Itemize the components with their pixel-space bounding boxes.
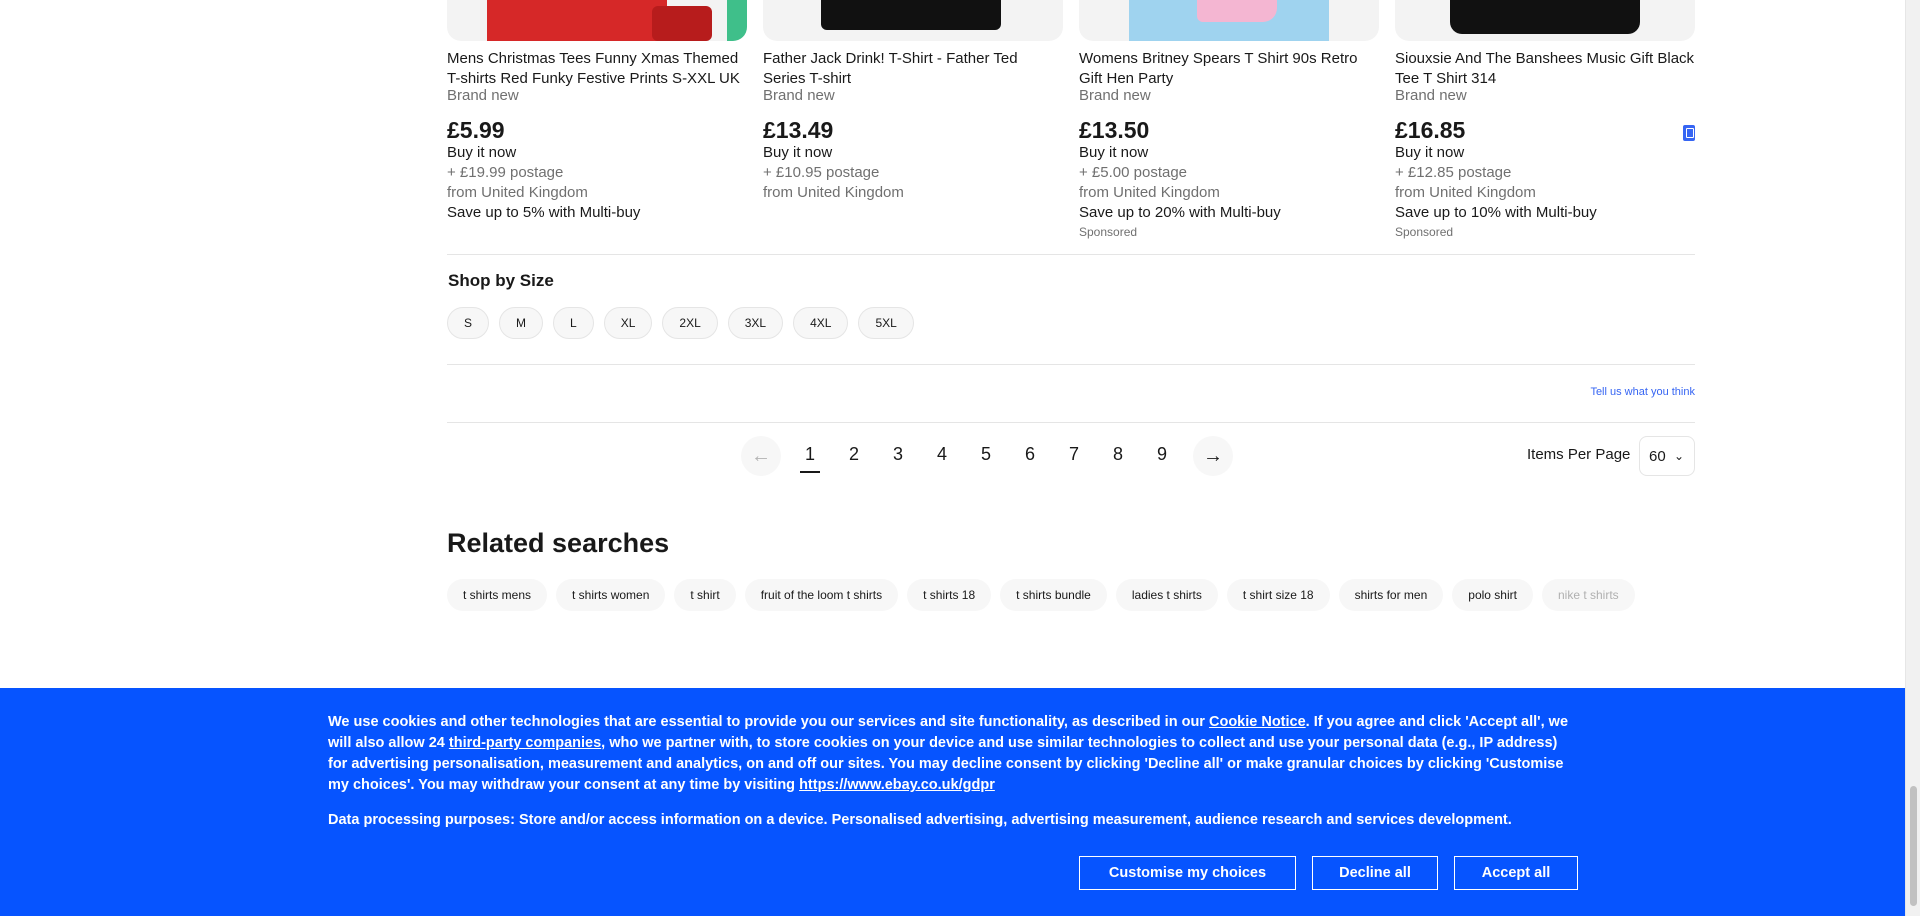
arrow-right-icon[interactable]: →	[1193, 436, 1233, 476]
cookie-notice-link[interactable]: Cookie Notice	[1209, 714, 1306, 730]
chevron-down-icon: ⌄	[1673, 449, 1684, 463]
product-card[interactable]: Siouxsie And The Banshees Music Gift Bla…	[1395, 0, 1695, 239]
cookie-consent-text: We use cookies and other technologies th…	[328, 712, 1578, 796]
product-image[interactable]	[763, 0, 1063, 41]
postage: + £5.00 postage	[1079, 164, 1188, 181]
product-condition: Brand new	[1395, 87, 1467, 104]
product-card[interactable]: Father Jack Drink! T-Shirt - Father Ted …	[763, 0, 1063, 203]
multi-buy-promo: Save up to 5% with Multi-buy	[447, 204, 641, 221]
related-search-chip[interactable]: t shirt	[674, 579, 736, 611]
page-link[interactable]: 5	[976, 444, 996, 465]
page-link[interactable]: 4	[932, 444, 952, 465]
search-results-page: Mens Christmas Tees Funny Xmas Themed T-…	[0, 0, 1905, 916]
multi-buy-promo: Save up to 20% with Multi-buy	[1079, 204, 1281, 221]
shop-by-size-title: Shop by Size	[448, 271, 554, 290]
product-image[interactable]	[1079, 0, 1379, 41]
related-search-chip[interactable]: ladies t shirts	[1115, 579, 1218, 611]
cookie-banner-content: We use cookies and other technologies th…	[328, 712, 1578, 828]
product-price: £16.85	[1395, 117, 1466, 143]
page-link[interactable]: 8	[1108, 444, 1128, 465]
page-link-current[interactable]: 1	[800, 444, 820, 473]
related-search-chip[interactable]: t shirt size 18	[1226, 579, 1330, 611]
items-per-page-value: 60	[1649, 447, 1666, 465]
page-scrollbar[interactable]	[1905, 0, 1920, 916]
page-link[interactable]: 2	[844, 444, 864, 465]
customise-choices-button[interactable]: Customise my choices	[1079, 856, 1296, 890]
sponsored-label: Sponsored	[1079, 225, 1138, 239]
product-image[interactable]	[447, 0, 747, 41]
bookmark-icon[interactable]	[1683, 125, 1695, 141]
postage: + £10.95 postage	[763, 164, 880, 181]
related-search-chip[interactable]: t shirts bundle	[1000, 579, 1107, 611]
cookie-button-group: Customise my choices Decline all Accept …	[1079, 856, 1578, 890]
related-search-chip[interactable]: shirts for men	[1338, 579, 1444, 611]
buy-format: Buy it now	[1079, 144, 1149, 161]
sponsored-label: Sponsored	[1395, 225, 1454, 239]
product-condition: Brand new	[447, 87, 519, 104]
size-chip-list: S M L XL 2XL 3XL 4XL 5XL	[447, 307, 914, 339]
size-chip-2xl[interactable]: 2XL	[662, 307, 718, 339]
product-price: £13.49	[763, 117, 834, 143]
cookie-banner: We use cookies and other technologies th…	[0, 688, 1905, 916]
data-processing-purposes: Data processing purposes: Store and/or a…	[328, 812, 1512, 828]
related-search-chip[interactable]: t shirts mens	[447, 579, 548, 611]
shop-by-size: Shop by Size S M L XL 2XL 3XL 4XL 5XL	[447, 255, 1695, 365]
third-party-companies-link[interactable]: third-party companies	[449, 735, 601, 751]
product-price: £5.99	[447, 117, 505, 143]
page-link[interactable]: 3	[888, 444, 908, 465]
buy-format: Buy it now	[763, 144, 833, 161]
scrollbar-thumb[interactable]	[1910, 786, 1917, 906]
related-searches-list: t shirts mens t shirts women t shirt fru…	[447, 579, 1695, 611]
related-search-chip[interactable]: fruit of the loom t shirts	[744, 579, 899, 611]
page-link[interactable]: 7	[1064, 444, 1084, 465]
product-card[interactable]: Mens Christmas Tees Funny Xmas Themed T-…	[447, 0, 747, 223]
feedback-link[interactable]: Tell us what you think	[1590, 386, 1695, 398]
related-search-chip[interactable]: t shirts women	[556, 579, 666, 611]
item-location: from United Kingdom	[1395, 184, 1536, 201]
size-chip-s[interactable]: S	[447, 307, 490, 339]
product-image[interactable]	[1395, 0, 1695, 41]
product-title[interactable]: Father Jack Drink! T-Shirt - Father Ted …	[763, 49, 1063, 89]
arrow-left-icon[interactable]: ←	[741, 436, 781, 476]
accept-all-button[interactable]: Accept all	[1454, 856, 1578, 890]
multi-buy-promo: Save up to 10% with Multi-buy	[1395, 204, 1597, 221]
product-condition: Brand new	[763, 87, 835, 104]
decline-all-button[interactable]: Decline all	[1312, 856, 1438, 890]
divider	[447, 422, 1695, 423]
product-title[interactable]: Womens Britney Spears T Shirt 90s Retro …	[1079, 49, 1379, 89]
product-card[interactable]: Womens Britney Spears T Shirt 90s Retro …	[1079, 0, 1379, 239]
related-search-chip[interactable]: t shirts 18	[907, 579, 992, 611]
items-per-page-label: Items Per Page	[1527, 446, 1631, 463]
product-grid: Mens Christmas Tees Funny Xmas Themed T-…	[447, 0, 1695, 255]
page-link[interactable]: 9	[1152, 444, 1172, 465]
size-chip-m[interactable]: M	[499, 307, 544, 339]
pagination: ← 1 2 3 4 5 6 7 8 9 → Items Per Page 60 …	[447, 436, 1695, 476]
product-price: £13.50	[1079, 117, 1150, 143]
size-chip-5xl[interactable]: 5XL	[858, 307, 914, 339]
size-chip-l[interactable]: L	[553, 307, 594, 339]
item-location: from United Kingdom	[763, 184, 904, 201]
related-search-chip[interactable]: nike t shirts	[1541, 579, 1635, 611]
cookie-text-part: We use cookies and other technologies th…	[328, 714, 1209, 730]
product-condition: Brand new	[1079, 87, 1151, 104]
postage: + £12.85 postage	[1395, 164, 1512, 181]
related-search-chip[interactable]: polo shirt	[1452, 579, 1533, 611]
item-location: from United Kingdom	[1079, 184, 1220, 201]
size-chip-4xl[interactable]: 4XL	[793, 307, 849, 339]
buy-format: Buy it now	[447, 144, 517, 161]
item-location: from United Kingdom	[447, 184, 588, 201]
size-chip-xl[interactable]: XL	[603, 307, 653, 339]
buy-format: Buy it now	[1395, 144, 1465, 161]
page-link[interactable]: 6	[1020, 444, 1040, 465]
items-per-page-select[interactable]: 60 ⌄	[1639, 436, 1695, 476]
size-chip-3xl[interactable]: 3XL	[727, 307, 784, 339]
product-title[interactable]: Mens Christmas Tees Funny Xmas Themed T-…	[447, 49, 747, 89]
gdpr-link[interactable]: https://www.ebay.co.uk/gdpr	[799, 777, 995, 793]
product-title[interactable]: Siouxsie And The Banshees Music Gift Bla…	[1395, 49, 1695, 89]
related-searches-title: Related searches	[447, 528, 670, 558]
postage: + £19.99 postage	[447, 164, 564, 181]
